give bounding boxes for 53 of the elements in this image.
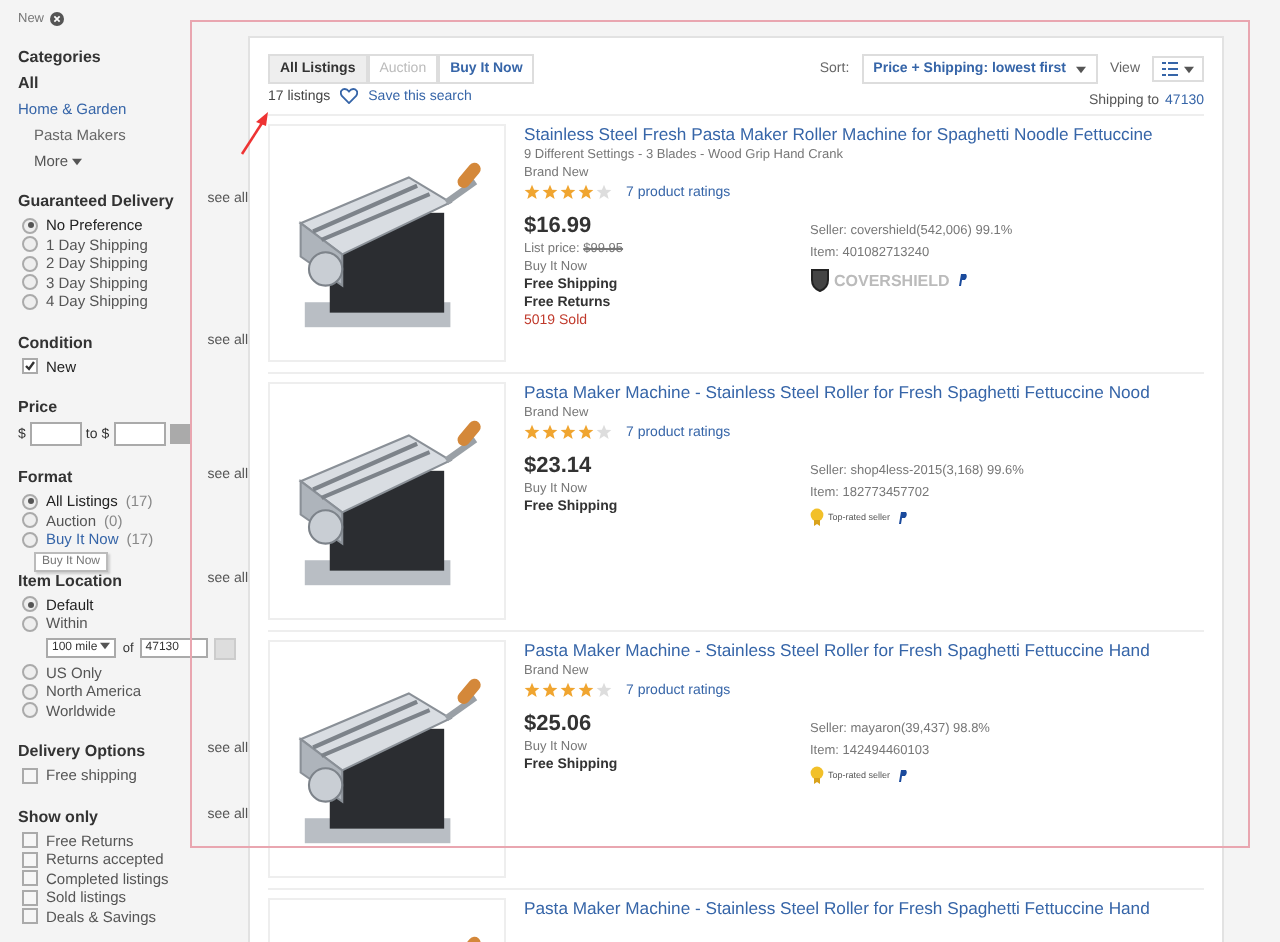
section-title: Format bbox=[18, 468, 73, 486]
listing-title[interactable]: Pasta Maker Machine - Stainless Steel Roller for Fresh Spaghetti Fettuccine Hand bbox=[524, 640, 1204, 660]
checkbox[interactable] bbox=[22, 358, 38, 375]
price: $23.14 bbox=[524, 454, 594, 478]
max-price-field[interactable] bbox=[113, 422, 166, 446]
radio-button[interactable] bbox=[22, 596, 38, 613]
radio-button[interactable] bbox=[22, 683, 38, 700]
min-price-field[interactable] bbox=[29, 422, 82, 446]
heart-icon[interactable] bbox=[340, 88, 359, 104]
radio-button[interactable] bbox=[22, 512, 38, 529]
listing-title[interactable]: Pasta Maker Machine - Stainless Steel Roller for Fresh Spaghetti Fettuccine Hand bbox=[524, 898, 1204, 918]
checkbox[interactable] bbox=[22, 767, 38, 784]
go-button[interactable] bbox=[213, 637, 236, 659]
categories-title: Categories bbox=[18, 48, 103, 66]
radio-button[interactable] bbox=[22, 702, 38, 719]
paypal-icon bbox=[898, 511, 909, 523]
listing-title[interactable]: Pasta Maker Machine - Stainless Steel Roller for Fresh Spaghetti Fettuccine Nood bbox=[524, 382, 1204, 402]
section-title: Delivery Options bbox=[18, 742, 146, 760]
view-dropdown[interactable] bbox=[1152, 56, 1204, 82]
checkbox[interactable] bbox=[22, 908, 38, 925]
checkbox[interactable] bbox=[22, 832, 38, 849]
checkbox[interactable] bbox=[22, 870, 38, 887]
radio-button[interactable] bbox=[22, 615, 38, 632]
price: $16.99 bbox=[524, 214, 594, 238]
annotation-arrow bbox=[240, 112, 272, 156]
listing-title[interactable]: Stainless Steel Fresh Pasta Maker Roller Machine for Spaghetti Noodle Fettuccine bbox=[524, 124, 1204, 144]
list-view-icon bbox=[1162, 62, 1178, 76]
radio-button[interactable] bbox=[22, 664, 38, 681]
go-button[interactable] bbox=[169, 424, 190, 444]
paypal-icon bbox=[957, 274, 968, 286]
section-title: Show only bbox=[18, 807, 98, 825]
section-title: Guaranteed Delivery bbox=[18, 192, 174, 210]
radio-button[interactable] bbox=[22, 493, 38, 510]
caret-icon bbox=[72, 157, 83, 165]
radio-button[interactable] bbox=[22, 293, 38, 310]
caret-icon bbox=[1184, 65, 1194, 73]
radio-button[interactable] bbox=[22, 217, 38, 234]
radio-button[interactable] bbox=[22, 236, 38, 253]
caret-icon bbox=[100, 642, 111, 650]
radio-button[interactable] bbox=[22, 274, 38, 291]
radio-button[interactable] bbox=[22, 531, 38, 548]
close-icon[interactable] bbox=[50, 12, 65, 26]
radio-button[interactable] bbox=[22, 255, 38, 272]
checkbox[interactable] bbox=[22, 851, 38, 868]
section-title: Item Location bbox=[18, 571, 123, 589]
caret-icon bbox=[1075, 65, 1086, 73]
price: $25.06 bbox=[524, 712, 594, 736]
section-title: Price bbox=[18, 398, 58, 416]
checkbox[interactable] bbox=[22, 889, 38, 906]
store-logo: COVERSHIELD bbox=[810, 268, 950, 292]
category-all[interactable]: All bbox=[18, 74, 248, 92]
paypal-icon bbox=[898, 769, 909, 781]
section-title: Condition bbox=[18, 333, 93, 351]
